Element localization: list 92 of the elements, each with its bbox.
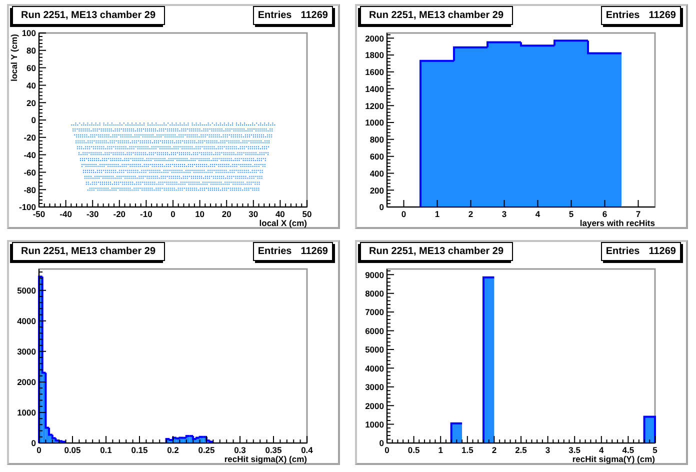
tick-label: 4	[599, 445, 604, 455]
stats-label: Entries	[606, 245, 640, 259]
tick-label: 2	[468, 209, 474, 219]
tick-label: -20	[113, 209, 126, 219]
stats-label: Entries	[258, 245, 292, 259]
tick-label: 1400	[365, 84, 384, 94]
tick-label: 20	[222, 209, 232, 219]
tick-label: 0.3	[234, 445, 246, 455]
tick-label: 5	[652, 445, 658, 455]
tick-label: 4.5	[622, 445, 634, 455]
plot-title: Run 2251, ME13 chamber 29	[12, 6, 165, 25]
tick-label: 200	[370, 185, 384, 196]
tick-label: 0.15	[131, 445, 148, 455]
tick-label: 1000	[365, 118, 384, 128]
tick-label: 0	[379, 438, 384, 448]
axis-title: recHit sigma(X) (cm)	[224, 454, 307, 464]
tick-label: 0.5	[408, 445, 420, 455]
tick-label: 80	[26, 46, 36, 56]
stats-value: 11269	[648, 245, 676, 259]
tick-label: -40	[60, 209, 72, 219]
tick-label: 1800	[365, 50, 384, 60]
tick-label: 800	[370, 134, 384, 145]
tick-label: 2	[492, 445, 497, 455]
tick-label: 5000	[365, 344, 384, 355]
axis-title: layers with recHits	[580, 218, 655, 228]
tick-label: 0.25	[198, 445, 215, 455]
plot-title: Run 2251, ME13 chamber 29	[360, 242, 513, 261]
tick-label: 7	[636, 209, 641, 219]
tick-label: 6	[602, 209, 608, 219]
tick-label: -40	[24, 150, 36, 160]
axis-title: local X (cm)	[259, 218, 307, 228]
tick-label: 0.1	[100, 445, 112, 455]
tick-label: 1200	[365, 100, 384, 111]
tick-label: 0	[31, 115, 36, 126]
tick-label: 0.35	[265, 445, 282, 455]
tick-label: -30	[86, 209, 99, 219]
tick-label: -60	[24, 167, 36, 178]
tick-label: 50	[302, 209, 312, 219]
tick-label: 0.05	[64, 445, 81, 455]
stats-value: 11269	[300, 9, 328, 23]
tick-label: -10	[140, 209, 152, 219]
tick-label: 3	[545, 445, 550, 455]
stats-label: Entries	[606, 9, 640, 23]
tick-label: 9000	[365, 270, 384, 280]
plot-title: Run 2251, ME13 chamber 29	[12, 242, 165, 261]
tick-label: -20	[24, 132, 36, 143]
tick-label: 1000	[365, 420, 384, 430]
tick-label: 60	[26, 63, 36, 73]
tick-label: 2.5	[515, 445, 527, 455]
tick-label: 1	[438, 445, 443, 455]
tick-label: 1600	[365, 67, 384, 78]
tick-label: 4000	[365, 363, 384, 374]
tick-label: 10	[195, 209, 205, 219]
tick-label: 3000	[17, 346, 36, 357]
tick-label: 4000	[17, 316, 36, 326]
plot-title: Run 2251, ME13 chamber 29	[360, 6, 513, 25]
tick-label: 4	[535, 209, 540, 219]
tick-label: 5	[568, 209, 574, 219]
tick-label: 40	[275, 209, 285, 219]
tick-label: 400	[370, 168, 384, 178]
tick-label: -80	[24, 184, 36, 195]
tick-label: 30	[248, 209, 258, 219]
tick-label: 3000	[365, 382, 384, 392]
tick-label: 0	[384, 445, 390, 455]
tick-label: 2000	[365, 400, 384, 411]
tick-label: 0.2	[167, 445, 179, 455]
tick-label: 7000	[365, 307, 384, 318]
tick-label: 40	[26, 80, 36, 90]
tick-label: 3	[502, 209, 507, 219]
tick-label: 0.4	[301, 445, 313, 455]
axis-title: local Y (cm)	[9, 34, 19, 82]
tick-label: 0	[36, 445, 42, 455]
tick-label: 2000	[365, 33, 384, 44]
tick-label: 3.5	[568, 445, 581, 455]
tick-label: 0	[379, 202, 384, 212]
tick-label: 600	[370, 152, 384, 162]
stats-value: 11269	[300, 245, 328, 259]
tick-label: 1.5	[461, 445, 474, 455]
tick-label: 0	[170, 209, 176, 219]
tick-label: 0	[31, 438, 36, 448]
tick-label: 0	[401, 209, 406, 219]
tick-label: 6000	[365, 326, 384, 336]
axis-title: recHit sigma(Y) (cm)	[572, 454, 655, 464]
tick-label: 5000	[17, 286, 36, 296]
tick-label: 1000	[17, 408, 36, 418]
stats-label: Entries	[258, 9, 292, 23]
tick-label: 100	[22, 28, 36, 38]
tick-label: 1	[434, 209, 440, 219]
tick-label: 8000	[365, 288, 384, 299]
tick-label: 2000	[17, 377, 36, 388]
tick-label: 20	[26, 98, 36, 108]
stats-value: 11269	[648, 9, 676, 23]
